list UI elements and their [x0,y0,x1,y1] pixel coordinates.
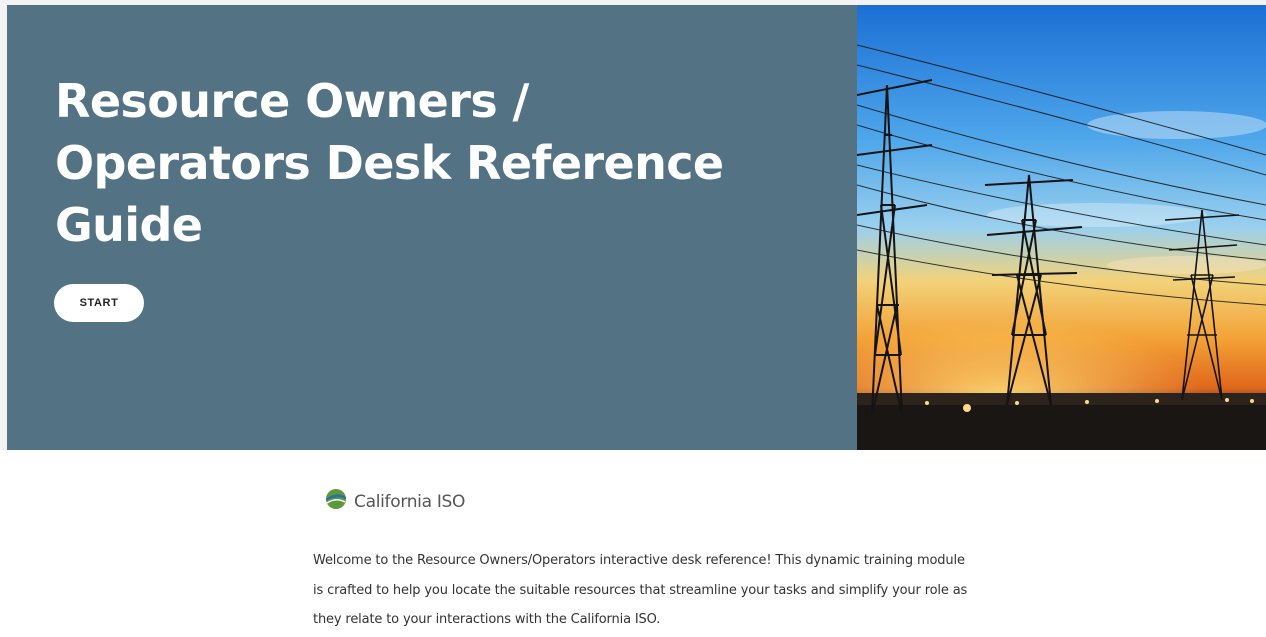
page-title: Resource Owners / Operators Desk Referen… [55,74,724,252]
hero-banner: Resource Owners / Operators Desk Referen… [7,5,1266,450]
hero-panel: Resource Owners / Operators Desk Referen… [7,5,857,450]
california-iso-logo-icon [324,487,348,516]
california-iso-logo: California ISO [324,487,465,516]
intro-paragraph: Welcome to the Resource Owners/Operators… [313,553,968,627]
hero-image-power-lines [857,5,1266,450]
logo-text: California ISO [354,491,466,512]
start-button[interactable]: START [54,284,144,322]
intro-section: California ISO Welcome to the Resource O… [0,450,1266,637]
